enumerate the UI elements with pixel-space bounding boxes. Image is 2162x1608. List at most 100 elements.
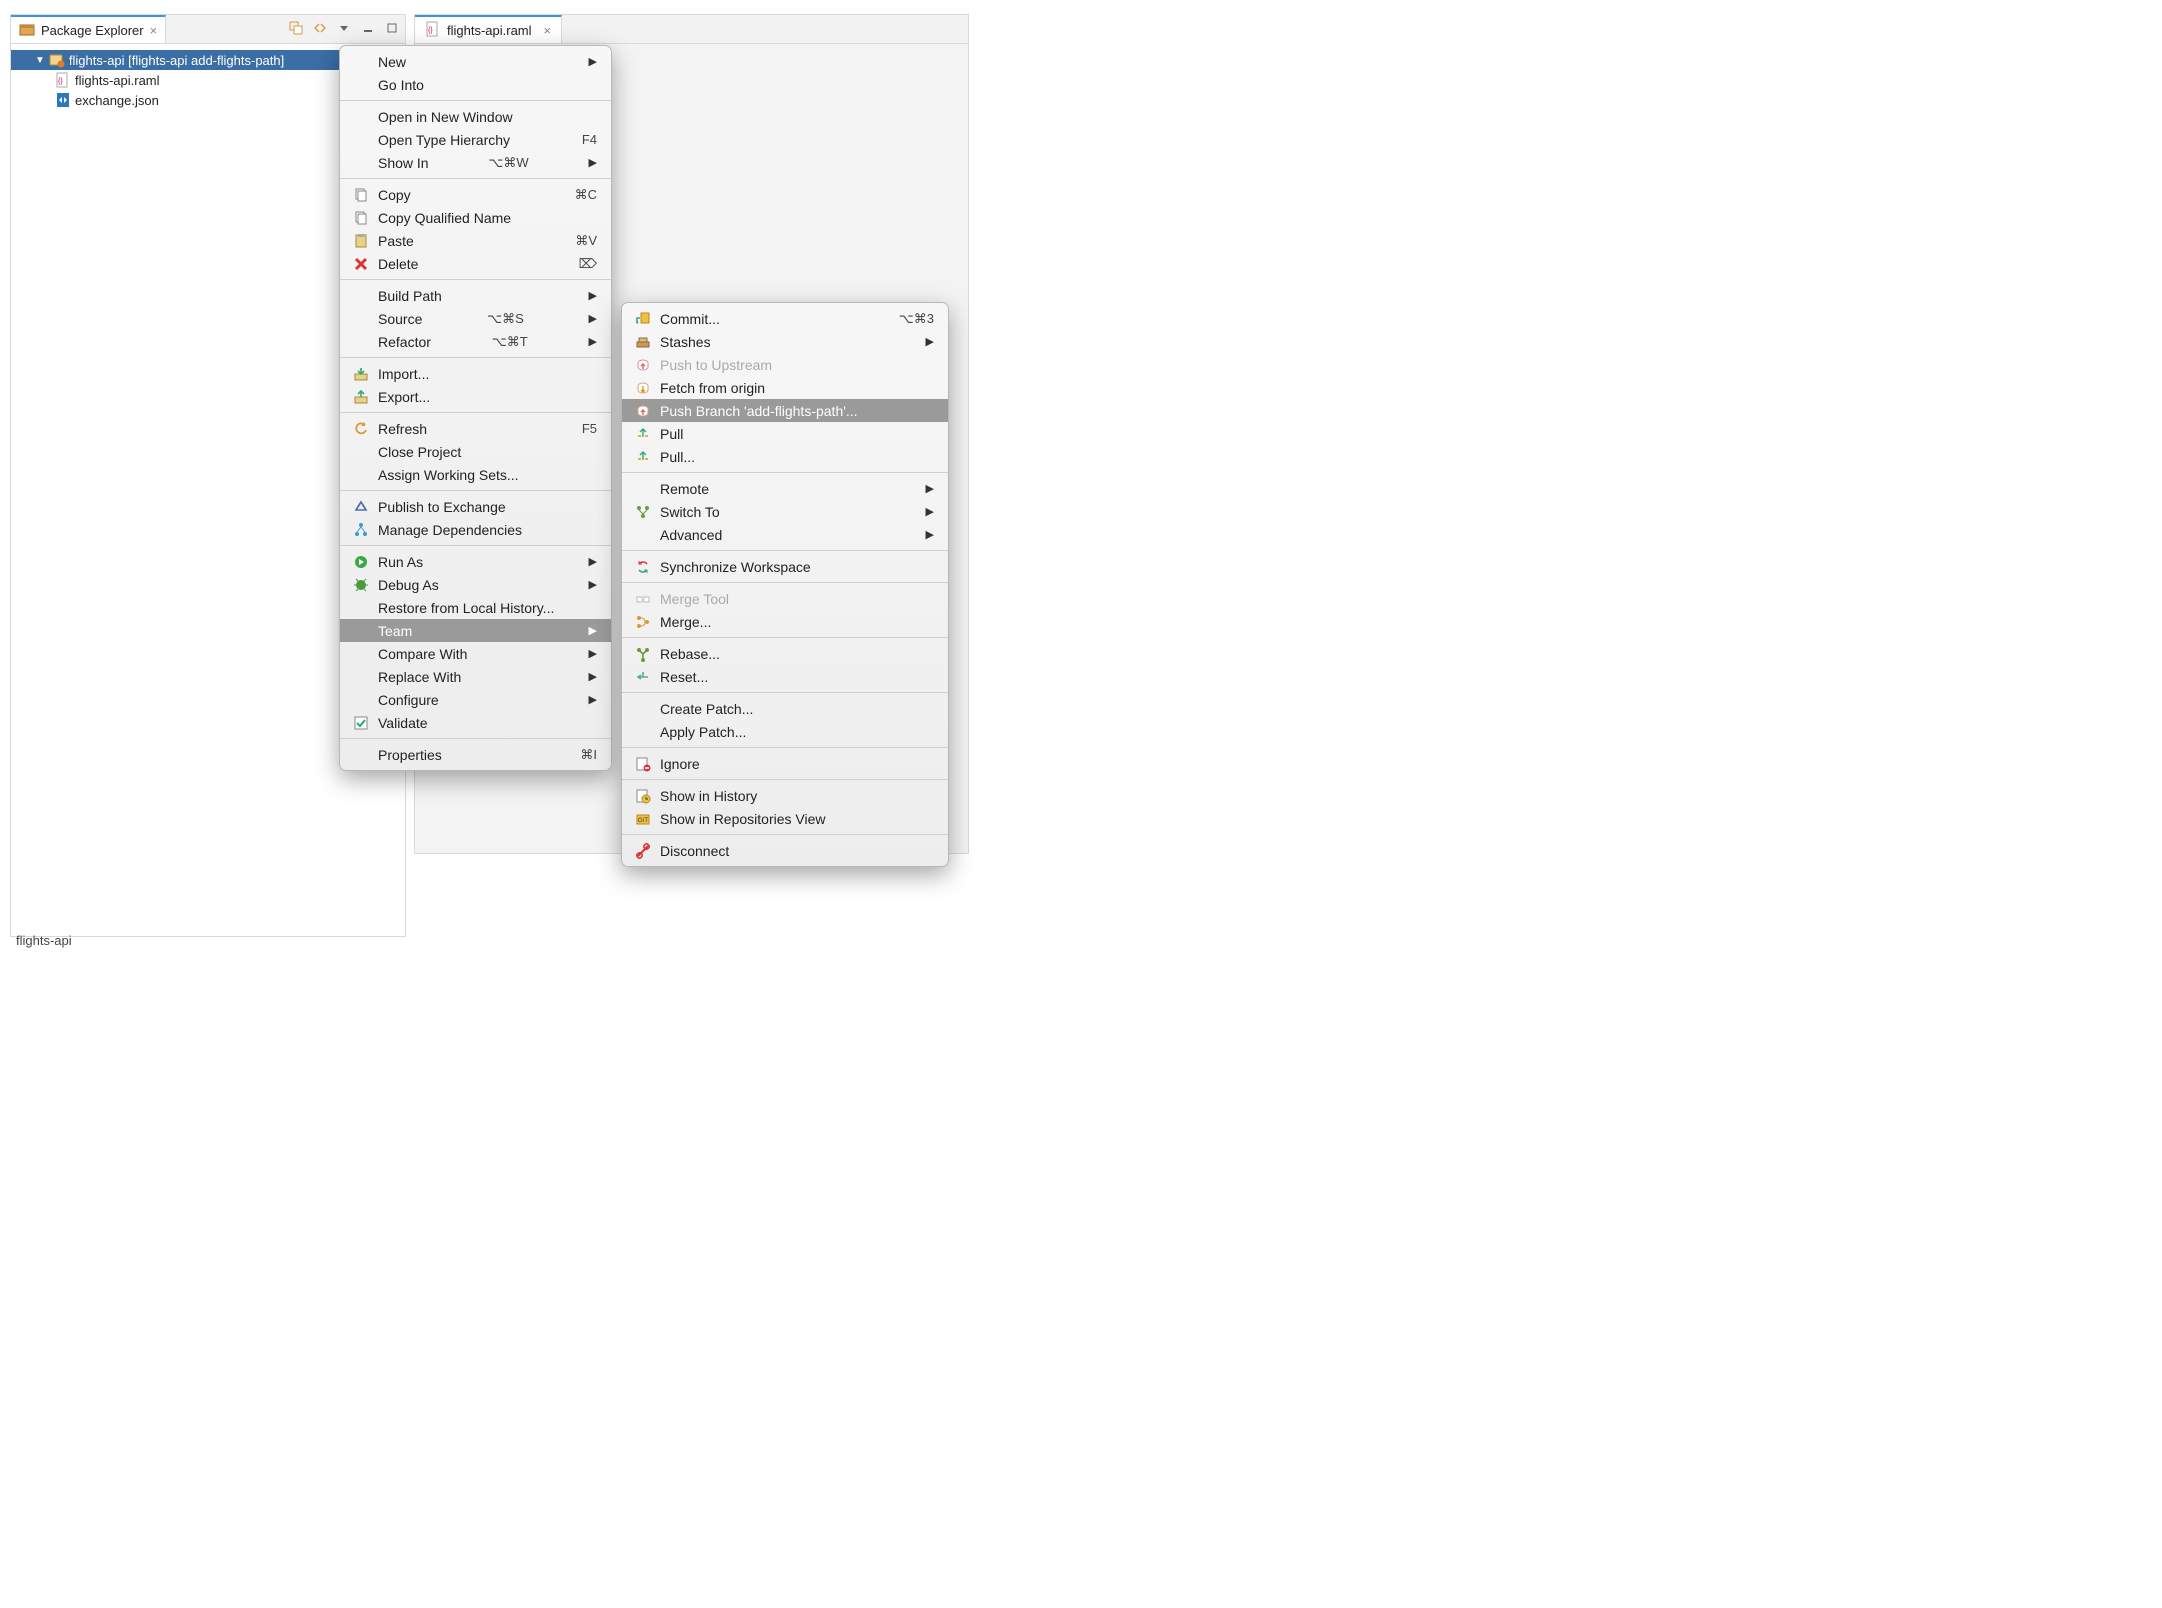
menu-item[interactable]: Remote▶: [622, 477, 948, 500]
menu-item[interactable]: Apply Patch...: [622, 720, 948, 743]
submenu-arrow-icon: ▶: [589, 578, 597, 591]
menu-item-label: Configure: [378, 692, 439, 708]
menu-item[interactable]: Reset...: [622, 665, 948, 688]
menu-item[interactable]: Switch To▶: [622, 500, 948, 523]
menu-item-label: Validate: [378, 715, 428, 731]
menu-separator: [340, 100, 611, 101]
menu-item[interactable]: Commit...⌥⌘3: [622, 307, 948, 330]
import-icon: [352, 366, 370, 382]
menu-item[interactable]: Copy Qualified Name: [340, 206, 611, 229]
close-icon[interactable]: ×: [150, 23, 158, 38]
menu-item[interactable]: Import...: [340, 362, 611, 385]
explorer-toolbar: [287, 19, 401, 37]
editor-tab-label: flights-api.raml: [447, 23, 532, 38]
menu-item-label: Stashes: [660, 334, 711, 350]
menu-item[interactable]: Synchronize Workspace: [622, 555, 948, 578]
copy-qn-icon: [352, 210, 370, 226]
submenu-arrow-icon: ▶: [589, 670, 597, 683]
menu-item[interactable]: Show In⌥⌘W▶: [340, 151, 611, 174]
menu-item-label: Refactor: [378, 334, 431, 350]
menu-item[interactable]: Pull...: [622, 445, 948, 468]
view-menu-icon[interactable]: [335, 19, 353, 37]
menu-item-label: Show in History: [660, 788, 757, 804]
menu-item[interactable]: New▶: [340, 50, 611, 73]
menu-item-label: Properties: [378, 747, 442, 763]
close-icon[interactable]: ×: [544, 23, 552, 38]
menu-item[interactable]: Create Patch...: [622, 697, 948, 720]
menu-shortcut: ⌥⌘W: [488, 155, 528, 171]
menu-item[interactable]: Replace With ▶: [340, 665, 611, 688]
sync-icon: [634, 559, 652, 575]
context-menu: New▶Go IntoOpen in New WindowOpen Type H…: [339, 45, 612, 771]
expand-icon[interactable]: ▼: [35, 55, 45, 66]
menu-item[interactable]: GITShow in Repositories View: [622, 807, 948, 830]
menu-item[interactable]: RefreshF5: [340, 417, 611, 440]
menu-item[interactable]: Open Type HierarchyF4: [340, 128, 611, 151]
menu-item[interactable]: Build Path▶: [340, 284, 611, 307]
menu-separator: [622, 582, 948, 583]
disconnect-icon: [634, 843, 652, 859]
menu-separator: [622, 834, 948, 835]
rebase-icon: [634, 646, 652, 662]
menu-separator: [340, 738, 611, 739]
exchange-icon: [352, 499, 370, 515]
explorer-tab[interactable]: Package Explorer ×: [11, 15, 166, 43]
menu-item-label: Compare With: [378, 646, 467, 662]
menu-item[interactable]: Debug As ▶: [340, 573, 611, 596]
menu-item[interactable]: Close Project: [340, 440, 611, 463]
menu-item[interactable]: Assign Working Sets...: [340, 463, 611, 486]
menu-item[interactable]: Export...: [340, 385, 611, 408]
menu-item[interactable]: Copy⌘C: [340, 183, 611, 206]
menu-item-label: Replace With: [378, 669, 461, 685]
submenu-arrow-icon: ▶: [589, 647, 597, 660]
menu-item[interactable]: Disconnect: [622, 839, 948, 862]
menu-item[interactable]: Run As▶: [340, 550, 611, 573]
menu-item[interactable]: Advanced▶: [622, 523, 948, 546]
menu-item[interactable]: Restore from Local History...: [340, 596, 611, 619]
menu-item[interactable]: Ignore: [622, 752, 948, 775]
menu-item[interactable]: Compare With ▶: [340, 642, 611, 665]
menu-item[interactable]: Configure▶: [340, 688, 611, 711]
menu-item[interactable]: Open in New Window: [340, 105, 611, 128]
menu-item[interactable]: Validate: [340, 711, 611, 734]
menu-item-label: Debug As: [378, 577, 439, 593]
menu-separator: [622, 472, 948, 473]
menu-item[interactable]: Pull: [622, 422, 948, 445]
menu-item[interactable]: Fetch from origin: [622, 376, 948, 399]
menu-item-label: Open in New Window: [378, 109, 513, 125]
menu-item[interactable]: Merge...: [622, 610, 948, 633]
menu-item[interactable]: Source⌥⌘S▶: [340, 307, 611, 330]
menu-item-label: Build Path: [378, 288, 442, 304]
menu-item[interactable]: Rebase...: [622, 642, 948, 665]
menu-separator: [622, 550, 948, 551]
menu-item[interactable]: Properties⌘I: [340, 743, 611, 766]
menu-item[interactable]: Delete⌦: [340, 252, 611, 275]
fetch-icon: [634, 380, 652, 396]
menu-item[interactable]: Push Branch 'add-flights-path'...: [622, 399, 948, 422]
menu-item[interactable]: Stashes▶: [622, 330, 948, 353]
menu-separator: [340, 178, 611, 179]
menu-item[interactable]: Paste⌘V: [340, 229, 611, 252]
minimize-icon[interactable]: [359, 19, 377, 37]
menu-item-label: Advanced: [660, 527, 722, 543]
menu-separator: [340, 490, 611, 491]
menu-item: Merge Tool: [622, 587, 948, 610]
menu-item[interactable]: Refactor⌥⌘T▶: [340, 330, 611, 353]
menu-item[interactable]: Show in History: [622, 784, 948, 807]
menu-item-label: Show in Repositories View: [660, 811, 826, 827]
menu-item[interactable]: Manage Dependencies: [340, 518, 611, 541]
menu-item[interactable]: Team▶: [340, 619, 611, 642]
link-editor-icon[interactable]: [311, 19, 329, 37]
editor-tab[interactable]: {} flights-api.raml ×: [415, 15, 562, 43]
menu-item[interactable]: Publish to Exchange: [340, 495, 611, 518]
menu-item-label: Commit...: [660, 311, 720, 327]
submenu-arrow-icon: ▶: [589, 555, 597, 568]
menu-item-label: New: [378, 54, 406, 70]
raml-file-icon: {}: [55, 72, 71, 88]
collapse-all-icon[interactable]: [287, 19, 305, 37]
menu-item[interactable]: Go Into: [340, 73, 611, 96]
menu-item-label: Manage Dependencies: [378, 522, 522, 538]
menu-item-label: Push to Upstream: [660, 357, 772, 373]
menu-item-label: Delete: [378, 256, 418, 272]
maximize-icon[interactable]: [383, 19, 401, 37]
